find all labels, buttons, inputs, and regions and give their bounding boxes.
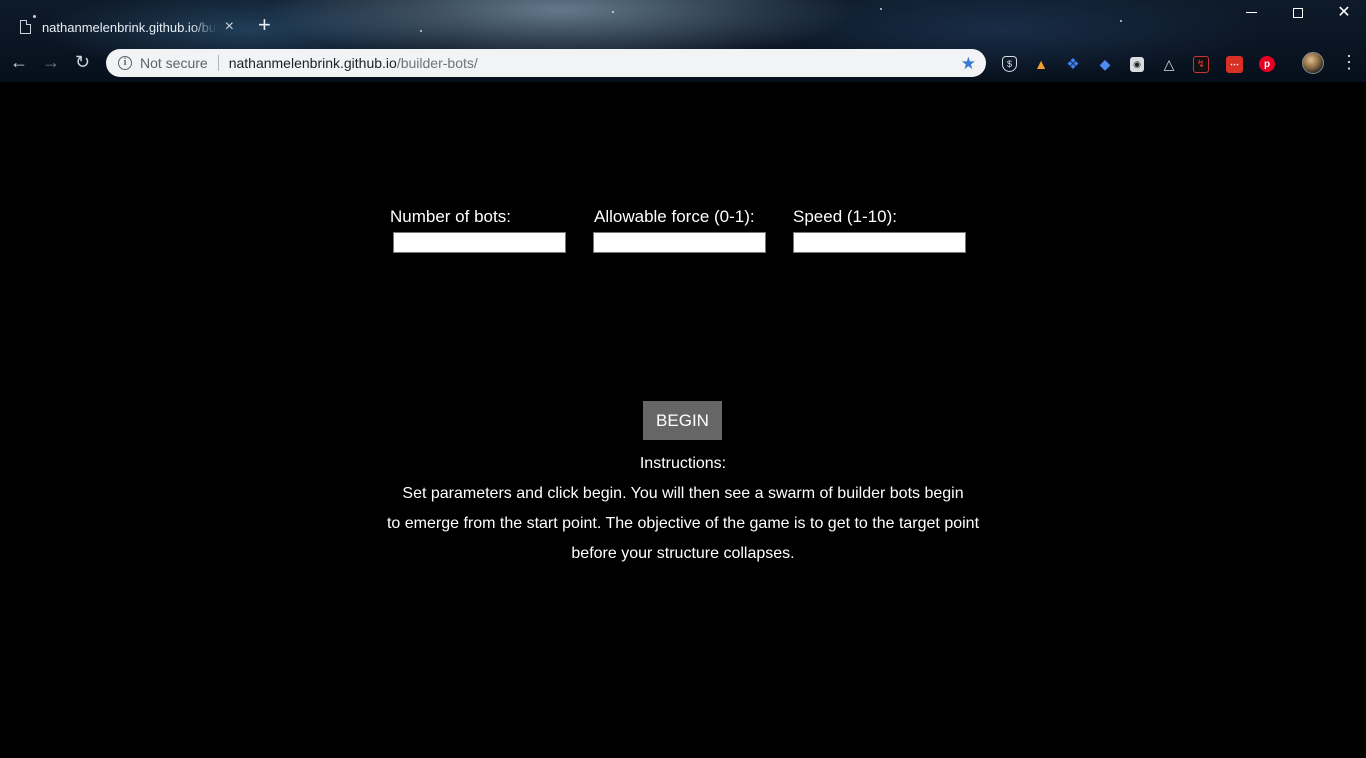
background-star [420,30,422,32]
forward-arrow-icon[interactable]: → [42,52,60,72]
begin-button[interactable]: BEGIN [643,401,722,440]
speed-label: Speed (1-10): [793,207,897,226]
rainbow-extension-icon[interactable]: ▲ [1030,54,1052,74]
page-content: Number of bots: Allowable force (0-1): S… [0,82,1366,758]
browser-chrome: nathanmelenbrink.github.io/builder-bots/… [0,0,1366,82]
window-close-button[interactable]: ✕ [1321,2,1366,24]
bots-input[interactable] [393,232,566,253]
address-divider [217,55,219,71]
page-icon [20,20,31,34]
back-arrow-icon[interactable]: ← [10,52,28,72]
extensions-bar: $ ▲ ❖ ◆ ◉ △ ↯ ⋯ p [998,53,1295,75]
minimize-icon [1245,12,1257,14]
background-star [1120,20,1122,22]
reload-icon[interactable]: ↻ [75,52,90,72]
browser-menu-icon[interactable]: ⋮ [1340,52,1358,72]
speed-input[interactable] [793,232,966,253]
instructions-line: Set parameters and click begin. You will… [402,485,964,502]
graduation-cap-icon[interactable]: ◆ [1094,54,1116,74]
url-path[interactable]: /builder-bots/ [397,55,478,71]
instructions-title: Instructions: [639,455,727,472]
browser-tab[interactable]: nathanmelenbrink.github.io/builder-bots/… [8,8,246,46]
bookmark-star-icon[interactable]: ★ [961,54,976,74]
shield-extension-icon[interactable]: $ [1002,56,1017,72]
key-extension-icon[interactable]: ◉ [1130,56,1144,72]
red-extension-icon[interactable]: ⋯ [1226,55,1243,73]
pdf-extension-icon[interactable]: ↯ [1193,55,1209,73]
maximize-icon [1293,7,1303,18]
instructions-line: to emerge from the start point. The obje… [386,515,980,532]
instructions-line: before your structure collapses. [571,545,795,562]
google-drive-icon[interactable]: △ [1158,54,1180,74]
background-star [880,8,882,10]
minimize-button[interactable] [1228,2,1274,24]
dropbox-icon[interactable]: ❖ [1062,54,1084,74]
security-status[interactable]: Not secure [140,55,208,71]
pinterest-icon[interactable]: p [1259,56,1275,72]
force-input[interactable] [593,232,766,253]
background-star [612,11,614,13]
profile-avatar[interactable] [1302,52,1324,74]
force-label: Allowable force (0-1): [594,207,755,226]
bots-label: Number of bots: [390,207,511,226]
tab-title: nathanmelenbrink.github.io/builder-bots/ [41,19,217,35]
new-tab-button[interactable]: + [258,14,271,36]
url-host[interactable]: nathanmelenbrink.github.io [229,55,397,71]
address-bar[interactable]: i Not secure nathanmelenbrink.github.io /… [106,49,986,77]
info-icon[interactable]: i [118,56,132,70]
maximize-button[interactable] [1275,2,1321,24]
tab-close-icon[interactable]: × [225,18,234,36]
